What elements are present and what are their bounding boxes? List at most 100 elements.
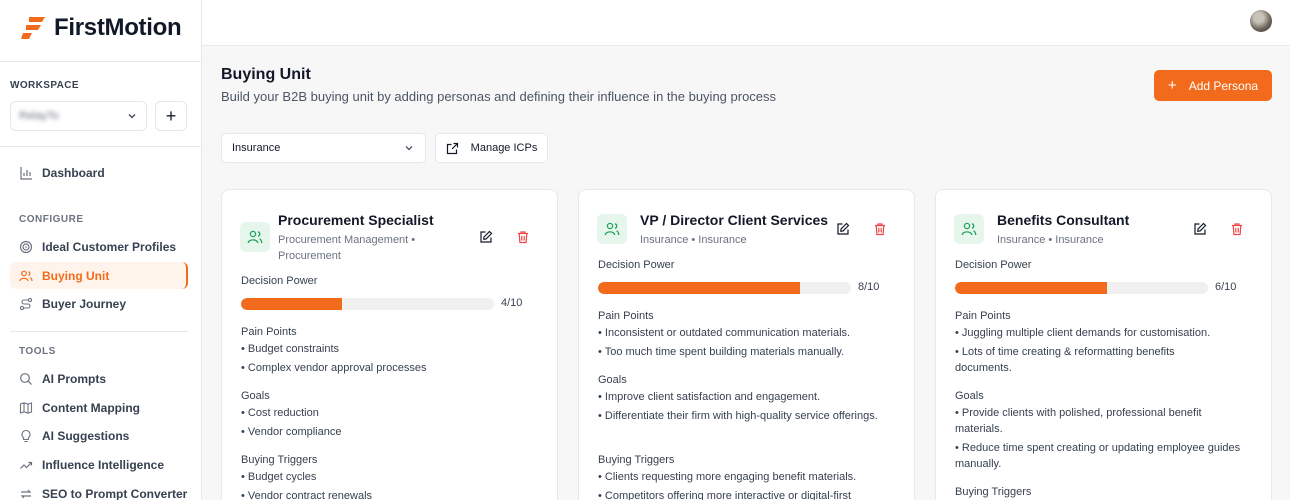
persona-card: VP / Director Client Services Insurance … [578, 189, 915, 500]
decision-power-label: Decision Power [598, 259, 675, 271]
manage-icps-label: Manage ICPs [470, 142, 538, 154]
decision-power-bar [241, 298, 494, 310]
target-icon [19, 240, 33, 253]
list-item: • Inconsistent or outdated communication… [598, 327, 851, 339]
goals-label: Goals [241, 390, 270, 402]
trending-icon [20, 461, 33, 469]
add-persona-label: Add Persona [1188, 78, 1259, 93]
firstmotion-logo-icon [21, 17, 45, 39]
decision-power-bar [955, 282, 1208, 294]
list-item: • Vendor contract renewals [241, 490, 373, 500]
sidebar-item-content-mapping[interactable]: Content Mapping [10, 394, 188, 421]
persona-meta: Insurance • Insurance [997, 234, 1104, 246]
sidebar: FirstMotion WORKSPACE RelayTo + Dashboar… [0, 0, 202, 500]
persona-meta: Insurance • Insurance [640, 234, 747, 246]
decision-power-fill [598, 282, 801, 294]
decision-power-bar [598, 282, 851, 294]
chevron-down-icon [405, 146, 413, 151]
workspace-value: RelayTo [19, 110, 59, 122]
list-item: • Reduce time spent creating or updating… [955, 442, 1241, 470]
persona-title: Procurement Specialist [278, 212, 434, 228]
brand-logo[interactable]: FirstMotion [20, 14, 182, 42]
manage-icps-button[interactable]: Manage ICPs [435, 133, 548, 163]
page-title: Buying Unit [221, 66, 311, 83]
configure-section-label: CONFIGURE [19, 214, 84, 225]
sidebar-item-label: Buying Unit [42, 268, 110, 283]
edit-icon[interactable] [836, 222, 850, 236]
decision-power-value: 4/10 [501, 297, 523, 309]
edit-icon[interactable] [1193, 222, 1207, 236]
buying-triggers-label: Buying Triggers [955, 486, 1032, 498]
sidebar-item-ideal-customer-profiles[interactable]: Ideal Customer Profiles [10, 233, 188, 260]
brand-name: FirstMotion [54, 14, 182, 41]
users-icon [604, 222, 620, 236]
list-item: • Provide clients with polished, profess… [955, 407, 1202, 435]
persona-icon [597, 214, 627, 244]
list-item: • Complex vendor approval processes [241, 362, 427, 374]
sidebar-item-label: AI Suggestions [42, 428, 130, 443]
sidebar-item-buying-unit[interactable]: Buying Unit [10, 262, 188, 289]
add-workspace-button[interactable]: + [155, 101, 187, 131]
edit-icon[interactable] [479, 230, 493, 244]
icp-filter-select[interactable]: Insurance [221, 133, 426, 163]
list-item: • Juggling multiple client demands for c… [955, 327, 1211, 339]
buying-triggers-label: Buying Triggers [598, 454, 675, 466]
sidebar-item-influence-intelligence[interactable]: Influence Intelligence [10, 451, 188, 478]
users-icon [247, 230, 263, 244]
tools-section-label: TOOLS [19, 346, 56, 357]
sidebar-item-ai-suggestions[interactable]: AI Suggestions [10, 422, 188, 449]
add-persona-button[interactable]: + Add Persona [1154, 70, 1272, 101]
search-icon [20, 372, 32, 385]
pain-points-label: Pain Points [241, 326, 297, 338]
decision-power-fill [241, 298, 343, 310]
persona-meta: Procurement [278, 250, 341, 262]
sidebar-item-label: AI Prompts [42, 371, 107, 386]
list-item: • Differentiate their firm with high-qua… [598, 410, 878, 422]
map-icon [19, 401, 33, 414]
arrows-icon [20, 489, 32, 498]
icp-filter-value: Insurance [232, 142, 281, 154]
page-subtitle: Build your B2B buying unit by adding per… [221, 89, 777, 104]
list-item: • Improve client satisfaction and engage… [598, 391, 821, 403]
divider [0, 61, 202, 62]
users-icon [19, 270, 33, 281]
sidebar-item-seo-to-prompt-converter[interactable]: SEO to Prompt Converter [10, 480, 188, 500]
sidebar-item-buyer-journey[interactable]: Buyer Journey [10, 290, 188, 317]
goals-label: Goals [955, 390, 984, 402]
route-icon [19, 297, 33, 310]
pain-points-label: Pain Points [598, 310, 654, 322]
workspace-label: WORKSPACE [10, 80, 79, 91]
sidebar-item-label: SEO to Prompt Converter [42, 486, 188, 500]
sidebar-item-label: Dashboard [42, 165, 105, 180]
sidebar-item-label: Buyer Journey [42, 296, 127, 311]
delete-icon[interactable] [516, 230, 530, 244]
decision-power-label: Decision Power [241, 275, 318, 287]
divider [10, 331, 188, 332]
list-item: • Lots of time creating & reformatting b… [955, 346, 1175, 374]
lightbulb-icon [21, 429, 31, 442]
persona-icon [240, 222, 270, 252]
persona-card: Procurement Specialist Procurement Manag… [221, 189, 558, 500]
delete-icon[interactable] [873, 222, 887, 236]
delete-icon[interactable] [1230, 222, 1244, 236]
list-item: • Too much time spent building materials… [598, 346, 845, 358]
external-link-icon [446, 142, 458, 154]
divider [0, 146, 202, 147]
persona-icon [954, 214, 984, 244]
persona-title: VP / Director Client Services [640, 212, 829, 228]
users-icon [961, 222, 977, 236]
avatar[interactable] [1250, 10, 1272, 32]
sidebar-item-ai-prompts[interactable]: AI Prompts [10, 365, 188, 392]
list-item: • Cost reduction [241, 407, 319, 419]
decision-power-value: 6/10 [1215, 281, 1237, 293]
sidebar-item-dashboard[interactable]: Dashboard [10, 159, 188, 186]
decision-power-fill [955, 282, 1107, 294]
goals-label: Goals [598, 374, 627, 386]
workspace-select[interactable]: RelayTo [10, 101, 147, 131]
plus-icon: + [1167, 77, 1177, 94]
sidebar-item-label: Content Mapping [42, 400, 140, 415]
top-bar [202, 0, 1290, 46]
sidebar-item-label: Ideal Customer Profiles [42, 239, 177, 254]
buying-triggers-label: Buying Triggers [241, 454, 318, 466]
persona-title: Benefits Consultant [997, 212, 1130, 228]
